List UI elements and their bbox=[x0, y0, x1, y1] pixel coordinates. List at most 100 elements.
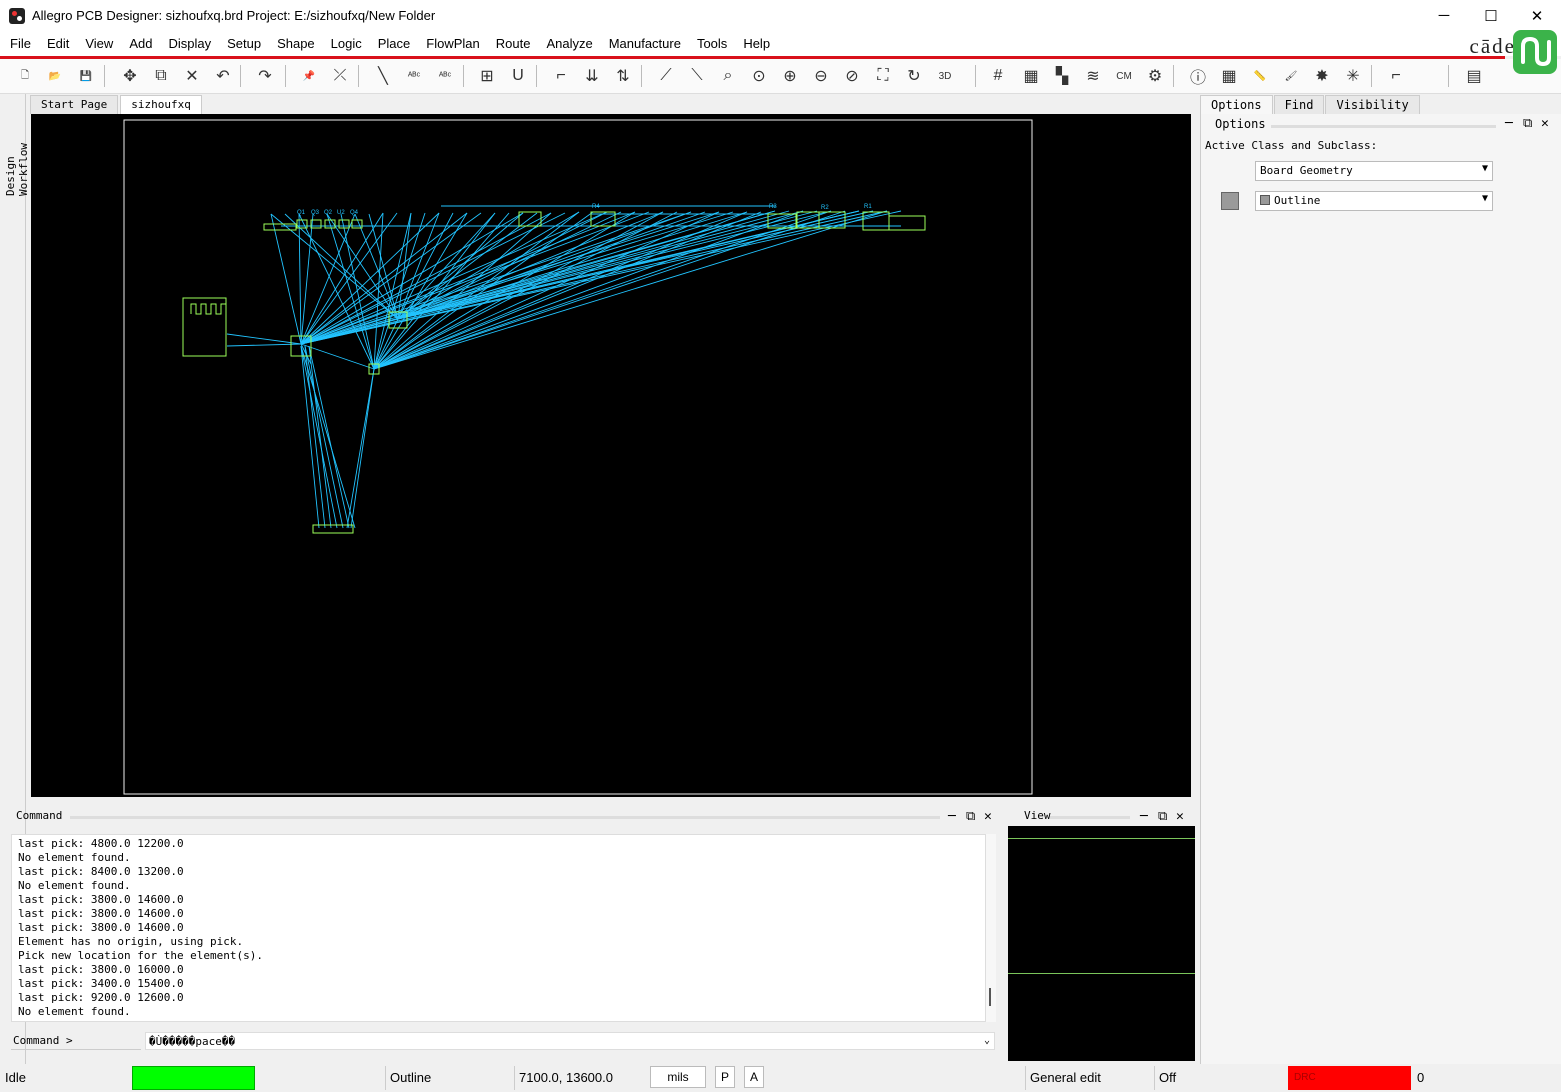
visibility-icon[interactable]: ▚ bbox=[1049, 63, 1075, 89]
command-close-icon[interactable]: ✕ bbox=[984, 809, 992, 824]
zoom-prev-icon[interactable]: ⊘ bbox=[839, 63, 865, 89]
world-view-canvas[interactable] bbox=[1008, 826, 1195, 1061]
close-button[interactable]: ✕ bbox=[1514, 0, 1560, 31]
command-log[interactable]: last pick: 4800.0 12200.0 No element fou… bbox=[11, 834, 986, 1022]
dehighlight-icon[interactable]: ✸ bbox=[1309, 63, 1335, 89]
brand-badge-icon bbox=[1513, 30, 1557, 74]
tab-start-page[interactable]: Start Page bbox=[30, 95, 119, 114]
chevron-down-icon[interactable]: ⌄ bbox=[984, 1035, 990, 1046]
edit-text-icon[interactable]: ᴬᴮᶜ bbox=[432, 63, 458, 89]
swap-icon[interactable]: ⇅ bbox=[610, 63, 636, 89]
menu-view[interactable]: View bbox=[77, 36, 121, 51]
move-icon[interactable]: ✥ bbox=[117, 63, 143, 89]
pin-icon[interactable]: 📌 bbox=[296, 63, 322, 89]
tab-find[interactable]: Find bbox=[1273, 95, 1325, 115]
zoom-out-icon[interactable]: ⊖ bbox=[808, 63, 834, 89]
divider bbox=[385, 1066, 386, 1090]
unrats-icon[interactable]: ⟋ bbox=[653, 63, 679, 89]
menu-edit[interactable]: Edit bbox=[39, 36, 77, 51]
view-close-icon[interactable]: ✕ bbox=[1176, 809, 1184, 824]
view-float-icon[interactable]: ⧉ bbox=[1158, 809, 1167, 824]
menu-logic[interactable]: Logic bbox=[323, 36, 370, 51]
command-minimize-icon[interactable]: ─ bbox=[948, 809, 956, 824]
scroll-thumb[interactable] bbox=[989, 988, 991, 1006]
menu-tools[interactable]: Tools bbox=[689, 36, 735, 51]
panel-minimize-icon[interactable]: ─ bbox=[1505, 116, 1513, 131]
command-scrollbar[interactable] bbox=[986, 834, 996, 1022]
color-icon[interactable]: ▦ bbox=[1018, 63, 1044, 89]
tab-options[interactable]: Options bbox=[1200, 95, 1273, 115]
units-button[interactable]: mils bbox=[650, 1066, 706, 1088]
show-element-icon[interactable]: ▦ bbox=[1216, 63, 1242, 89]
drc-indicator[interactable]: DRC bbox=[1288, 1066, 1411, 1090]
highlight-icon[interactable]: 🖌 bbox=[1278, 63, 1304, 89]
menu-shape[interactable]: Shape bbox=[269, 36, 323, 51]
resistor-footprint[interactable] bbox=[263, 223, 297, 231]
layers-icon[interactable]: ≋ bbox=[1080, 63, 1106, 89]
place-component-icon[interactable]: ⊞ bbox=[474, 63, 500, 89]
maximize-button[interactable]: ☐ bbox=[1468, 0, 1514, 31]
shape-icon[interactable]: ⌐ bbox=[1383, 63, 1409, 89]
design-workflow-tab[interactable]: Design Workflow bbox=[4, 104, 30, 196]
zoom-pick-icon[interactable]: ⌕ bbox=[715, 63, 741, 89]
minimize-button[interactable]: ─ bbox=[1421, 0, 1467, 31]
constraint-manager-icon[interactable]: CM bbox=[1111, 63, 1137, 89]
menu-place[interactable]: Place bbox=[370, 36, 419, 51]
menu-setup[interactable]: Setup bbox=[219, 36, 269, 51]
window-title: Allegro PCB Designer: sizhoufxq.brd Proj… bbox=[32, 8, 436, 23]
refdes-label: U2 bbox=[337, 210, 345, 216]
info-icon[interactable]: ⓘ bbox=[1185, 63, 1211, 89]
menu-flowplan[interactable]: FlowPlan bbox=[418, 36, 487, 51]
command-float-icon[interactable]: ⧉ bbox=[966, 809, 975, 824]
3d-view-icon[interactable]: 3D bbox=[932, 63, 958, 89]
p-button[interactable]: P bbox=[715, 1066, 735, 1088]
unpin-icon[interactable]: ⤫ bbox=[327, 63, 353, 89]
view-minimize-icon[interactable]: ─ bbox=[1140, 809, 1148, 824]
table-icon[interactable]: ▤ bbox=[1461, 63, 1487, 89]
save-icon[interactable]: 💾 bbox=[73, 63, 99, 89]
class-select[interactable]: Board Geometry ▼ bbox=[1255, 161, 1493, 181]
menu-help[interactable]: Help bbox=[735, 36, 778, 51]
menu-add[interactable]: Add bbox=[121, 36, 160, 51]
oscillator-footprint[interactable] bbox=[182, 297, 227, 357]
ratsnest-line bbox=[326, 213, 399, 320]
zoom-fit-icon[interactable]: ⊙ bbox=[746, 63, 772, 89]
command-input[interactable]: �Ù�����pace�� ⌄ bbox=[145, 1032, 995, 1050]
zoom-world-icon[interactable]: ⛶ bbox=[870, 63, 896, 89]
slide-icon[interactable]: ⇊ bbox=[579, 63, 605, 89]
panel-close-icon[interactable]: ✕ bbox=[1541, 116, 1549, 131]
subclass-select[interactable]: Outline ▼ bbox=[1255, 191, 1493, 211]
delete-icon[interactable]: ✕ bbox=[179, 63, 205, 89]
zoom-in-icon[interactable]: ⊕ bbox=[777, 63, 803, 89]
undo-icon[interactable]: ↶ bbox=[210, 63, 236, 89]
menu-display[interactable]: Display bbox=[160, 36, 219, 51]
menu-route[interactable]: Route bbox=[488, 36, 539, 51]
measure-icon[interactable]: 📏 bbox=[1247, 63, 1273, 89]
menu-file[interactable]: File bbox=[2, 36, 39, 51]
menu-manufacture[interactable]: Manufacture bbox=[601, 36, 689, 51]
add-text-icon[interactable]: ᴬᴮᶜ bbox=[401, 63, 427, 89]
tab-visibility[interactable]: Visibility bbox=[1325, 95, 1420, 115]
ratsnest-line bbox=[300, 345, 338, 529]
tab-sizhoufxq[interactable]: sizhoufxq bbox=[120, 95, 202, 114]
redraw-icon[interactable]: ↻ bbox=[901, 63, 927, 89]
new-icon[interactable]: 🗋 bbox=[12, 63, 38, 89]
redo-icon[interactable]: ↷ bbox=[252, 63, 278, 89]
rats-icon[interactable]: ⟍ bbox=[684, 63, 710, 89]
subclass-color-swatch[interactable] bbox=[1221, 192, 1239, 210]
connector-footprint[interactable] bbox=[888, 215, 926, 231]
place-ic-icon[interactable]: U bbox=[505, 63, 531, 89]
panel-float-icon[interactable]: ⧉ bbox=[1523, 116, 1532, 131]
connect-icon[interactable]: ⌐ bbox=[548, 63, 574, 89]
a-button[interactable]: A bbox=[744, 1066, 764, 1088]
drc-label: DRC bbox=[1294, 1072, 1316, 1083]
copy-icon[interactable]: ⧉ bbox=[148, 63, 174, 89]
clear-icon[interactable]: ✳ bbox=[1340, 63, 1366, 89]
grid-icon[interactable]: # bbox=[985, 63, 1011, 89]
design-canvas[interactable]: Q1 Q3 Q2 U2 Q4 R4 R3 R2 R1 bbox=[31, 114, 1191, 797]
open-icon[interactable]: 📂 bbox=[42, 63, 68, 89]
toolbar-separator bbox=[1371, 65, 1372, 87]
settings-icon[interactable]: ⚙ bbox=[1142, 63, 1168, 89]
menu-analyze[interactable]: Analyze bbox=[538, 36, 600, 51]
add-line-icon[interactable]: ╲ bbox=[370, 63, 396, 89]
